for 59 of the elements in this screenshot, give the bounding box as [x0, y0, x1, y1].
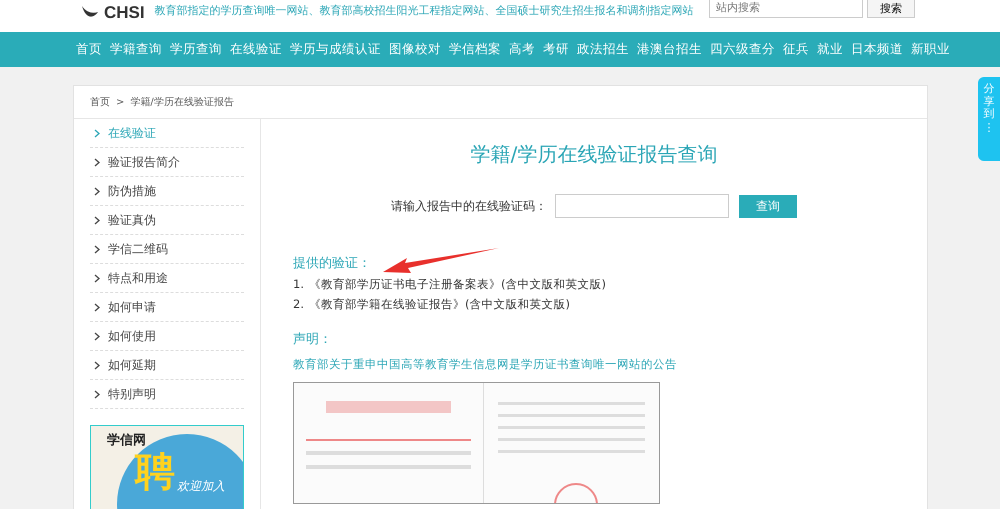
nav-link[interactable]: 图像校对	[389, 41, 441, 58]
query-button[interactable]: 查询	[739, 194, 797, 218]
nav-link[interactable]: 政法招生	[577, 41, 629, 58]
sidebar-item[interactable]: 防伪措施	[90, 177, 244, 206]
nav-link[interactable]: 高考	[509, 41, 535, 58]
nav-link[interactable]: 日本频道	[851, 41, 903, 58]
chevron-icon	[94, 186, 100, 196]
nav-link[interactable]: 新职业	[911, 41, 950, 58]
nav-link[interactable]: 就业	[817, 41, 843, 58]
breadcrumb-separator: >	[116, 96, 124, 108]
chevron-icon	[94, 332, 100, 340]
chevron-icon	[94, 390, 100, 398]
nav-link[interactable]: 首页	[76, 41, 102, 58]
nav-link[interactable]: 学历与成绩认证	[290, 41, 381, 58]
chevron-icon	[94, 274, 100, 282]
sidebar-item[interactable]: 如何使用	[90, 322, 244, 351]
chevron-icon	[94, 360, 100, 370]
sidebar-item[interactable]: 如何申请	[90, 293, 244, 322]
nav-link[interactable]: 在线验证	[230, 41, 282, 58]
banner-headline: 聘	[135, 448, 175, 496]
nav-link[interactable]: 港澳台招生	[637, 41, 702, 58]
list-number: 2.	[293, 297, 304, 312]
nav-link[interactable]: 学信档案	[449, 41, 501, 58]
list-text: 《教育部学籍在线验证报告》(含中文版和英文版)	[308, 297, 570, 312]
chevron-icon	[94, 244, 100, 254]
sidebar-item[interactable]: 如何延期	[90, 351, 244, 380]
chevron-icon	[94, 216, 100, 224]
sidebar-item[interactable]: 验证报告简介	[90, 148, 244, 177]
banner-slogan: 欢迎加入	[177, 478, 225, 495]
sidebar-item[interactable]: 验证真伪	[90, 206, 244, 235]
breadcrumb-link[interactable]: 学籍/学历在线验证报告	[130, 95, 234, 109]
list-text: 《教育部学历证书电子注册备案表》(含中文版和英文版)	[308, 277, 606, 292]
share-tab[interactable]: 分享到 ⋮	[978, 77, 1000, 161]
chevron-icon	[94, 128, 100, 138]
site-tagline: 教育部指定的学历查询唯一网站、教育部高校招生阳光工程指定网站、全国硕士研究生招生报名和调剂指定网站	[154, 3, 694, 18]
sidebar-item[interactable]: 特别声明	[90, 380, 244, 409]
search-button[interactable]: 搜索	[867, 0, 915, 18]
sidebar-item[interactable]: 学信二维码	[90, 235, 244, 264]
sidebar-item[interactable]: 特点和用途	[90, 264, 244, 293]
nav-link[interactable]: 学历查询	[170, 41, 222, 58]
chevron-icon	[94, 158, 100, 166]
page-title: 学籍/学历在线验证报告查询	[470, 141, 718, 168]
nav-link[interactable]: 征兵	[783, 41, 809, 58]
nav-link[interactable]: 考研	[543, 41, 569, 58]
section-heading: 提供的验证：	[293, 255, 371, 272]
nav-link[interactable]: 学籍查询	[110, 41, 162, 58]
search-field[interactable]: 站内搜索	[709, 0, 863, 18]
code-input-field[interactable]	[555, 194, 729, 218]
list-number: 1.	[293, 277, 304, 292]
recruitment-banner[interactable]: 学信网 聘 欢迎加入	[90, 425, 244, 509]
section-heading: 声明：	[293, 331, 332, 348]
nav-link[interactable]: 四六级查分	[710, 41, 775, 58]
sidebar-item[interactable]: 在线验证	[90, 119, 244, 148]
logo-text: CHSI	[104, 6, 145, 20]
chevron-icon	[94, 302, 100, 312]
breadcrumb-link[interactable]: 首页	[90, 95, 110, 109]
banner-brand: 学信网	[107, 432, 146, 449]
announcement-link[interactable]: 教育部关于重申中国高等教育学生信息网是学历证书查询唯一网站的公告	[293, 357, 895, 372]
code-label: 请输入报告中的在线验证码：	[391, 198, 547, 214]
